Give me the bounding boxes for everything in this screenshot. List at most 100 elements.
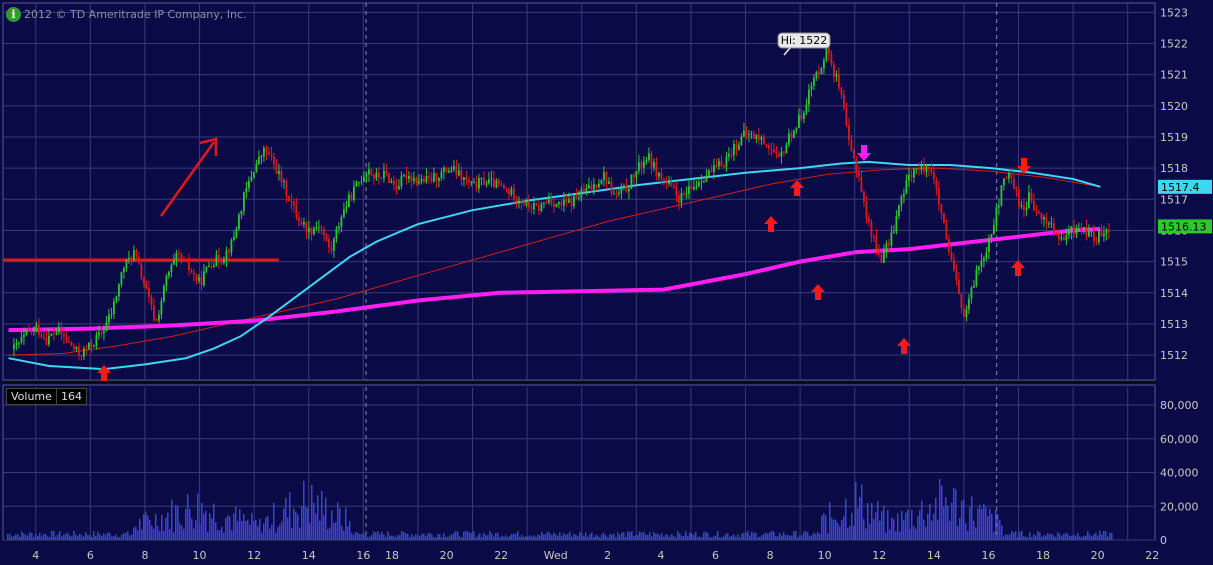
candle-body bbox=[400, 175, 403, 187]
candle-body bbox=[1103, 233, 1105, 237]
candle-body bbox=[435, 173, 438, 181]
candle-body bbox=[905, 180, 908, 194]
candle-body bbox=[660, 172, 663, 180]
candle-body bbox=[218, 254, 220, 263]
candle-body bbox=[815, 72, 818, 79]
candle-body bbox=[720, 161, 723, 167]
volume-bar bbox=[503, 536, 505, 540]
price-tick-label: 1523 bbox=[1160, 6, 1188, 19]
volume-bar bbox=[863, 519, 865, 540]
volume-bar bbox=[147, 515, 149, 540]
volume-bar bbox=[365, 534, 367, 540]
volume-bar bbox=[845, 498, 847, 540]
candle-body bbox=[908, 174, 910, 181]
candle-body bbox=[930, 169, 933, 173]
volume-bar bbox=[405, 533, 407, 540]
volume-bar bbox=[1007, 534, 1009, 540]
volume-bar bbox=[253, 521, 255, 540]
volume-bar bbox=[325, 497, 327, 540]
volume-bar bbox=[957, 526, 959, 540]
candle-body bbox=[153, 305, 155, 320]
candle-body bbox=[128, 257, 130, 260]
candle-body bbox=[278, 170, 280, 174]
volume-bar bbox=[201, 502, 203, 540]
volume-bar bbox=[865, 528, 867, 540]
volume-bar bbox=[761, 535, 763, 540]
volume-bar bbox=[129, 535, 131, 540]
volume-bar bbox=[95, 535, 97, 540]
candle-body bbox=[468, 179, 470, 183]
candle-body bbox=[148, 288, 150, 297]
candle-body bbox=[478, 177, 480, 189]
candle-body bbox=[85, 348, 88, 350]
volume-bar bbox=[199, 523, 201, 540]
volume-bar bbox=[885, 532, 887, 540]
candle-body bbox=[553, 203, 555, 207]
price-tick-label: 1512 bbox=[1160, 349, 1188, 362]
volume-bar bbox=[973, 520, 975, 540]
candle-body bbox=[960, 293, 963, 309]
candle-body bbox=[715, 165, 718, 167]
volume-bar bbox=[665, 534, 667, 540]
volume-bar bbox=[231, 530, 233, 540]
candle-body bbox=[305, 222, 308, 233]
volume-bar bbox=[1053, 535, 1055, 540]
candle-body bbox=[165, 276, 168, 286]
candle-body bbox=[990, 234, 993, 238]
volume-bar bbox=[601, 534, 603, 540]
volume-bar bbox=[567, 534, 569, 540]
candle-body bbox=[1060, 237, 1063, 240]
info-icon[interactable]: i bbox=[6, 7, 21, 22]
x-tick-label: 20 bbox=[1091, 549, 1105, 562]
volume-bar bbox=[127, 531, 129, 540]
volume-bar bbox=[283, 508, 285, 540]
volume-bar bbox=[815, 533, 817, 540]
candle-body bbox=[993, 225, 995, 235]
volume-bar bbox=[709, 537, 711, 540]
candle-body bbox=[543, 202, 545, 204]
candle-body bbox=[675, 188, 678, 196]
candle-body bbox=[1088, 231, 1090, 237]
volume-bar bbox=[513, 533, 515, 540]
candle-body bbox=[938, 187, 940, 205]
volume-bar bbox=[373, 531, 375, 540]
candle-body bbox=[700, 182, 703, 184]
volume-bar bbox=[317, 495, 319, 540]
candle-body bbox=[855, 158, 858, 173]
candle-body bbox=[375, 172, 378, 179]
volume-bar bbox=[1085, 535, 1087, 540]
candle-body bbox=[508, 189, 510, 195]
candle-body bbox=[78, 346, 80, 356]
candle-body bbox=[575, 195, 578, 199]
volume-bar bbox=[379, 534, 381, 540]
volume-bar bbox=[775, 535, 777, 540]
volume-bar bbox=[153, 528, 155, 540]
volume-bar bbox=[1005, 534, 1007, 540]
volume-bar bbox=[367, 536, 369, 540]
volume-bar bbox=[557, 535, 559, 540]
volume-bar bbox=[509, 535, 511, 540]
volume-bar bbox=[455, 530, 457, 540]
volume-bar bbox=[291, 527, 293, 540]
candle-body bbox=[180, 253, 183, 259]
volume-bar bbox=[417, 535, 419, 540]
volume-bar bbox=[605, 535, 607, 540]
candle-body bbox=[215, 254, 218, 266]
volume-bar bbox=[773, 531, 775, 540]
volume-bar bbox=[393, 535, 395, 540]
candle-body bbox=[318, 227, 320, 229]
candle-body bbox=[520, 200, 523, 204]
volume-bar bbox=[121, 534, 123, 540]
candle-body bbox=[748, 134, 750, 136]
volume-bar bbox=[395, 537, 397, 540]
volume-bar bbox=[511, 534, 513, 540]
volume-bar bbox=[589, 534, 591, 540]
candle-body bbox=[1023, 205, 1025, 211]
volume-bar bbox=[77, 535, 79, 540]
candle-body bbox=[915, 168, 918, 170]
candle-body bbox=[355, 182, 358, 187]
candle-body bbox=[598, 183, 600, 188]
volume-bar bbox=[881, 511, 883, 540]
price-tick-label: 1513 bbox=[1160, 318, 1188, 331]
volume-bar bbox=[803, 531, 805, 540]
